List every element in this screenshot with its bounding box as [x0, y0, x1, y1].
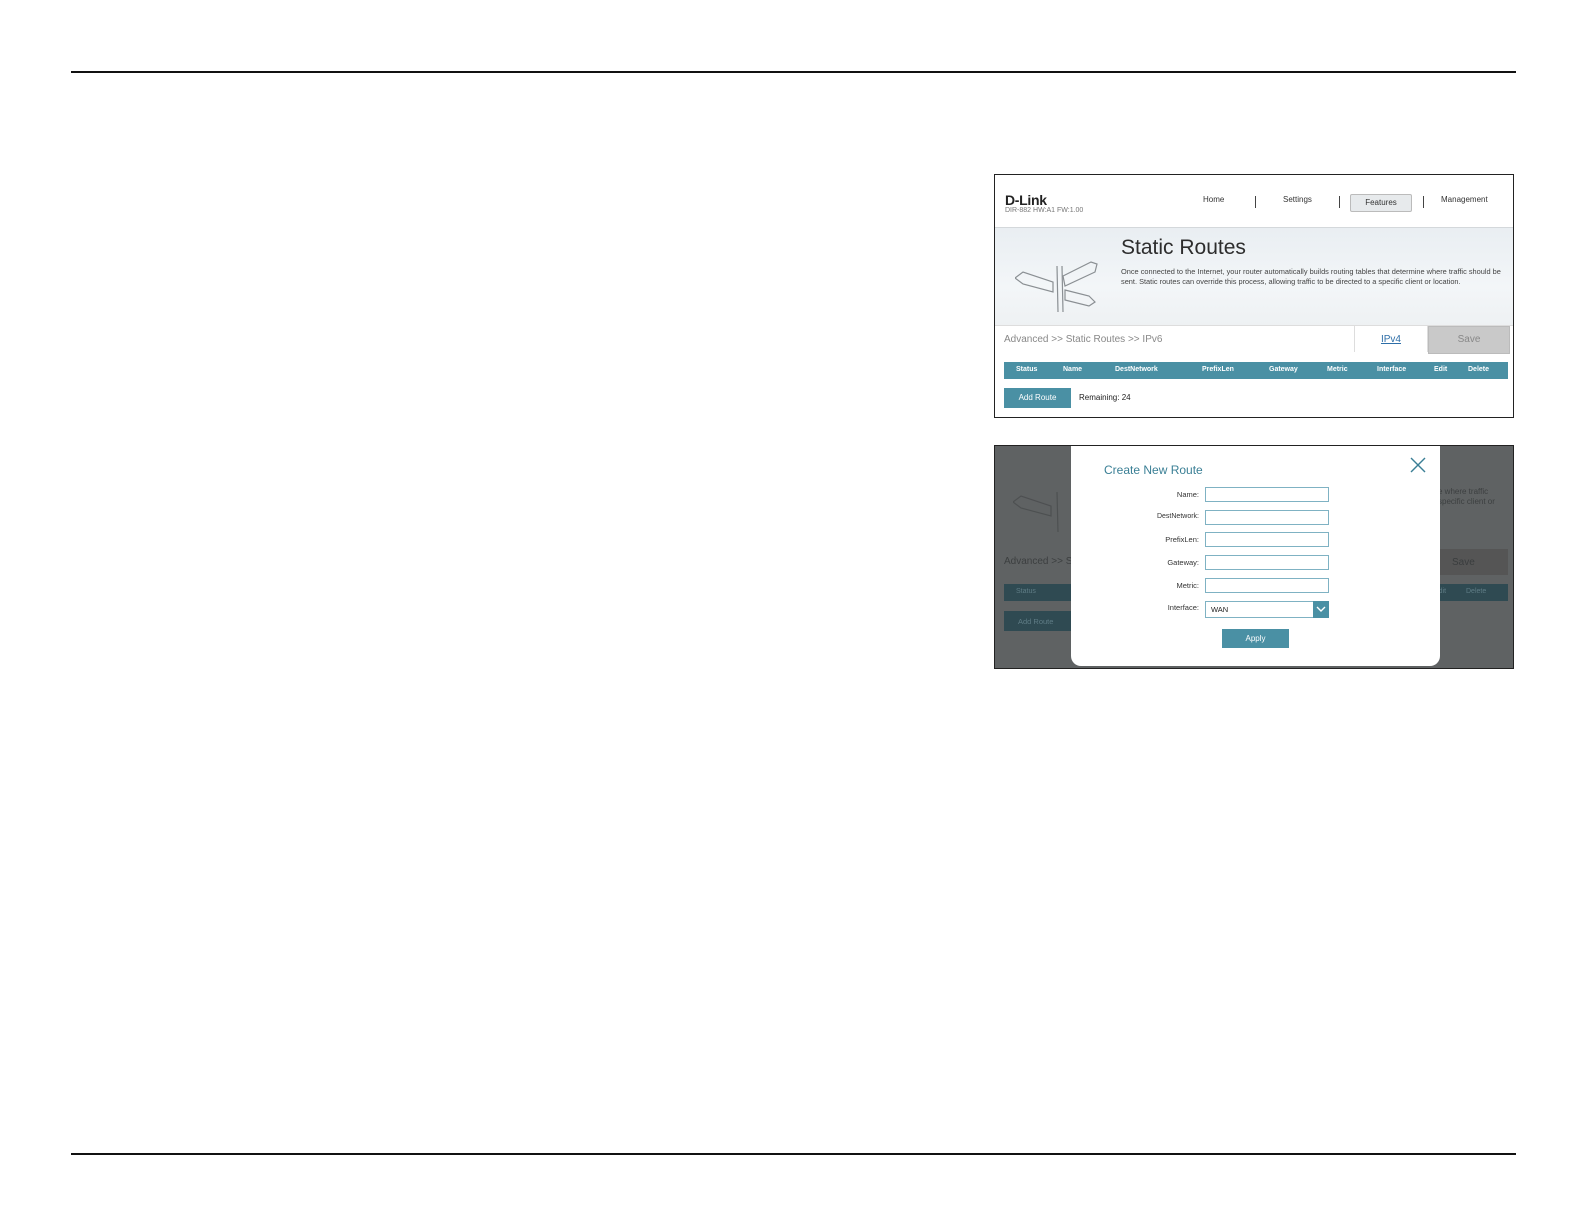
gateway-label: Gateway:	[1167, 558, 1199, 567]
prefix-len-input[interactable]	[1205, 532, 1329, 547]
static-routes-screenshot: D-Link DIR-882 HW:A1 FW:1.00 Home Settin…	[994, 174, 1514, 418]
router-header: D-Link DIR-882 HW:A1 FW:1.00 Home Settin…	[995, 175, 1513, 227]
save-button[interactable]: Save	[1428, 326, 1510, 354]
prefix-len-label: PrefixLen:	[1165, 535, 1199, 544]
dimmed-description: e where traffic	[1438, 487, 1489, 496]
remaining-count: Remaining: 24	[1079, 393, 1131, 402]
column-header: Edit	[1434, 366, 1448, 373]
firmware-info: DIR-882 HW:A1 FW:1.00	[1005, 207, 1084, 214]
add-route-button[interactable]: Add Route	[1004, 388, 1071, 408]
column-header: Gateway	[1269, 366, 1298, 373]
ipv4-link[interactable]: IPv4	[1354, 326, 1428, 352]
dimmed-breadcrumb: Advanced >> S	[1004, 556, 1073, 567]
chevron-down-icon	[1316, 606, 1326, 612]
nav-separator	[1255, 196, 1256, 208]
column-header: Name	[1063, 366, 1083, 373]
page-banner: Static Routes Once connected to the Inte…	[995, 227, 1513, 326]
column-header: Metric	[1327, 366, 1348, 373]
column-header: Delete	[1468, 366, 1490, 373]
bottom-rule	[71, 1153, 1516, 1155]
dimmed-add-route-label: Add Route	[1018, 617, 1054, 626]
nav-features[interactable]: Features	[1350, 194, 1412, 212]
column-header: DestNetwork	[1115, 366, 1158, 373]
dimmed-add-route-button: Add Route	[1004, 611, 1071, 631]
apply-button[interactable]: Apply	[1222, 629, 1289, 648]
name-label: Name:	[1176, 490, 1199, 499]
dlink-logo: D-Link	[1005, 192, 1047, 208]
column-header: Interface	[1377, 366, 1407, 373]
dimmed-column-header: Status	[1016, 588, 1036, 595]
dest-network-label: DestNetwork:	[1156, 513, 1199, 520]
select-arrow	[1313, 601, 1329, 618]
interface-value: WAN	[1211, 605, 1229, 614]
nav-management[interactable]: Management	[1441, 195, 1488, 204]
dimmed-save-label: Save	[1452, 557, 1475, 568]
dimmed-description: specific client or	[1438, 497, 1495, 506]
modal-title: Create New Route	[1104, 463, 1203, 477]
nav-separator	[1423, 196, 1424, 208]
nav-home[interactable]: Home	[1203, 195, 1224, 204]
create-route-screenshot: e where traffic specific client or Advan…	[994, 445, 1514, 669]
dest-network-input[interactable]	[1205, 510, 1329, 525]
column-header: PrefixLen	[1202, 366, 1234, 373]
interface-select[interactable]: WAN	[1205, 601, 1329, 618]
name-input[interactable]	[1205, 487, 1329, 502]
breadcrumb-bar: Advanced >> Static Routes >> IPv6 IPv4 S…	[995, 325, 1513, 354]
nav-separator	[1339, 196, 1340, 208]
metric-input[interactable]	[1205, 578, 1329, 593]
create-route-modal: Create New Route Name: DestNetwork: Pref…	[1071, 446, 1440, 666]
routes-table-header: Status Name DestNetwork PrefixLen Gatewa…	[1004, 362, 1508, 379]
nav-settings[interactable]: Settings	[1283, 195, 1312, 204]
gateway-input[interactable]	[1205, 555, 1329, 570]
top-rule	[71, 71, 1516, 73]
metric-label: Metric:	[1176, 581, 1200, 590]
dimmed-column-header: Delete	[1466, 588, 1487, 595]
signpost-icon	[1015, 261, 1098, 312]
signpost-icon	[1013, 491, 1059, 532]
breadcrumb: Advanced >> Static Routes >> IPv6	[1004, 334, 1163, 345]
column-header: Status	[1016, 366, 1038, 373]
close-icon[interactable]	[1410, 457, 1426, 473]
interface-label: Interface:	[1167, 603, 1199, 612]
page-title: Static Routes	[1121, 236, 1246, 259]
page-description: Once connected to the Internet, your rou…	[1121, 267, 1501, 286]
